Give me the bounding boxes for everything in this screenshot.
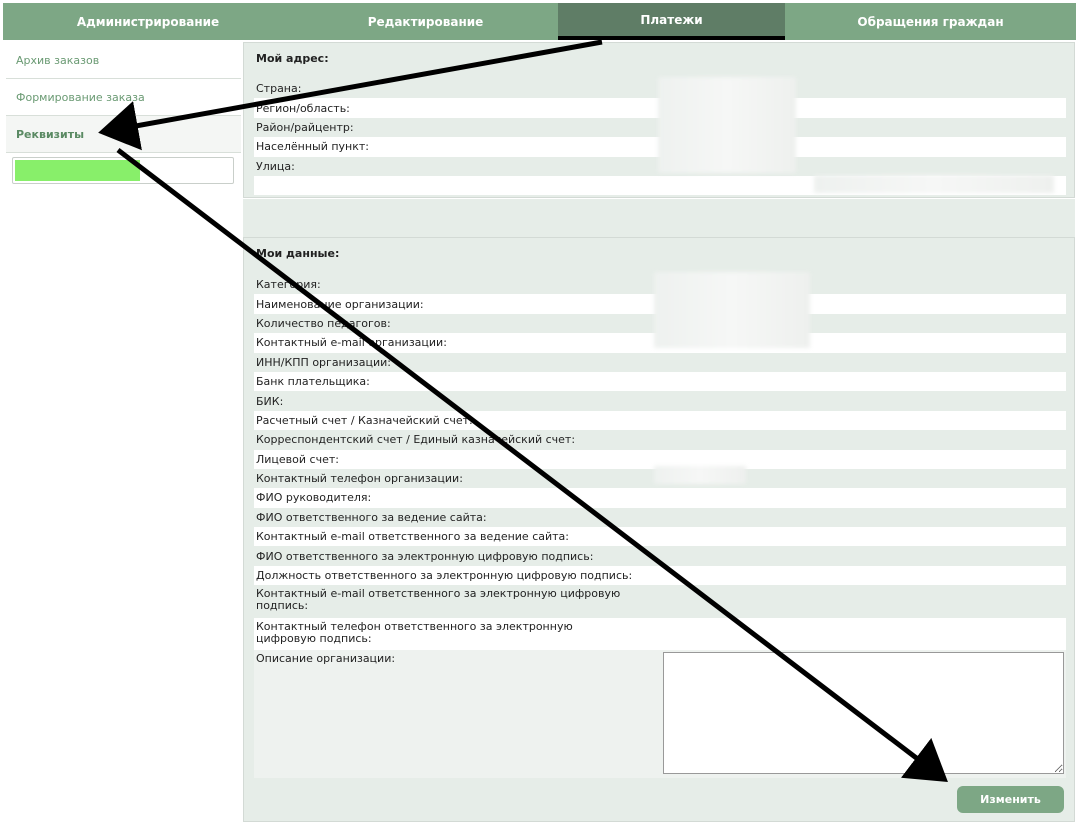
field-label-locality: Населённый пункт: [256, 140, 369, 154]
data-row: ФИО руководителя: [254, 488, 1066, 508]
my-data-panel: Мои данные: Категория: Наименование орга… [243, 237, 1075, 822]
data-row: ФИО ответственного за ведение сайта: [254, 508, 1066, 527]
description-row: Описание организации: [254, 650, 1066, 778]
data-row: Корреспондентский счет / Единый казначей… [254, 430, 1066, 449]
field-label-inn-kpp: ИНН/КПП организации: [256, 355, 391, 369]
tab-editing[interactable]: Редактирование [293, 3, 558, 40]
data-row: Контактный e-mail ответственного за элек… [254, 585, 1066, 618]
sidebar-item-order-archive[interactable]: Архив заказов [6, 42, 241, 79]
redacted-address-values [658, 77, 796, 173]
field-label-correspondent-account: Корреспондентский счет / Единый казначей… [256, 433, 576, 447]
data-row: Расчетный счет / Казначейский счет: [254, 410, 1066, 431]
field-label-eds-name: ФИО ответственного за электронную цифров… [256, 549, 594, 563]
field-label-eds-phone: Контактный телефон ответственного за эле… [256, 620, 573, 646]
sidebar-item-requisites[interactable]: Реквизиты [6, 116, 241, 153]
data-row: Контактный телефон ответственного за эле… [254, 618, 1066, 652]
redacted-phone-value [654, 466, 746, 484]
field-label-bik: БИК: [256, 394, 284, 408]
field-label-country: Страна: [256, 82, 302, 96]
field-label-eds-email: Контактный e-mail ответственного за элек… [256, 587, 621, 613]
tab-payments[interactable]: Платежи [558, 3, 785, 40]
description-textarea[interactable] [663, 652, 1064, 774]
data-row: БИК: [254, 391, 1066, 410]
tab-administration[interactable]: Администрирование [3, 3, 293, 40]
field-label-org-email: Контактный e-mail организации: [256, 336, 447, 350]
address-panel: Мой адрес: Страна: Регион/область: Район… [243, 42, 1075, 198]
top-navigation: Администрирование Редактирование Платежи… [3, 3, 1076, 40]
panel-spacer [243, 199, 1075, 237]
my-data-title: Мои данные: [256, 247, 340, 260]
field-label-region: Регион/область: [256, 101, 350, 115]
field-label-director-name: ФИО руководителя: [256, 491, 372, 505]
field-label-personal-account: Лицевой счет: [256, 452, 339, 466]
description-label: Описание организации: [256, 652, 396, 665]
tab-citizen-requests[interactable]: Обращения граждан [785, 3, 1076, 40]
change-button[interactable]: Изменить [957, 786, 1064, 813]
field-label-site-admin-name: ФИО ответственного за ведение сайта: [256, 510, 487, 524]
field-label-street: Улица: [256, 159, 295, 173]
sidebar-item-order-creation[interactable]: Формирование заказа [6, 79, 241, 116]
address-title: Мой адрес: [256, 52, 329, 65]
data-row: ИНН/КПП организации: [254, 353, 1066, 372]
field-label-org-name: Наименование организации: [256, 297, 424, 311]
field-label-org-phone: Контактный телефон организации: [256, 472, 463, 486]
redacted-org-values [654, 272, 810, 348]
sidebar: Архив заказов Формирование заказа Реквиз… [6, 42, 241, 184]
data-row: ФИО ответственного за электронную цифров… [254, 546, 1066, 565]
data-row: Должность ответственного за электронную … [254, 565, 1066, 586]
field-label-category: Категория: [256, 278, 321, 292]
field-label-payer-bank: Банк плательщика: [256, 375, 370, 389]
redacted-street-value [814, 175, 1054, 193]
field-label-district: Район/райцентр: [256, 120, 354, 134]
progress-bar-fill [15, 160, 141, 181]
field-label-teacher-count: Количество педагогов: [256, 316, 391, 330]
data-row: Банк плательщика: [254, 371, 1066, 392]
field-label-settlement-account: Расчетный счет / Казначейский счет: [256, 413, 473, 427]
progress-bar [12, 157, 234, 184]
field-label-site-admin-email: Контактный e-mail ответственного за веде… [256, 530, 569, 544]
field-label-eds-position: Должность ответственного за электронную … [256, 569, 633, 583]
data-row: Контактный e-mail ответственного за веде… [254, 527, 1066, 547]
